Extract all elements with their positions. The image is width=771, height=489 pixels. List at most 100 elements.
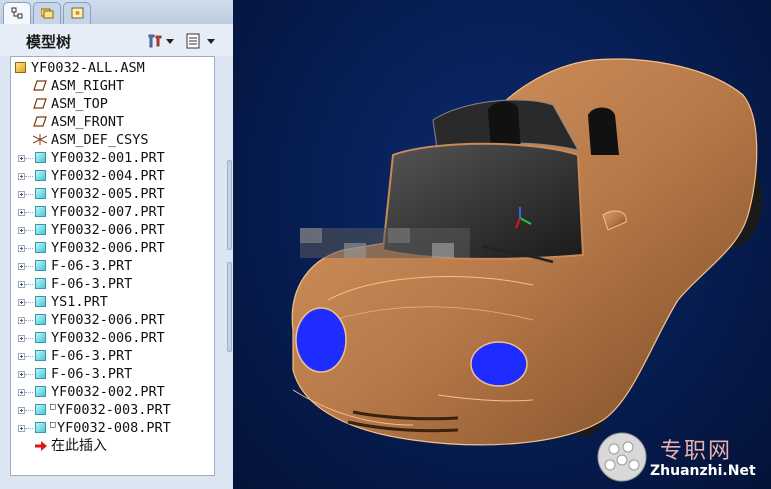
tree-item[interactable]: YF0032-001.PRT (11, 149, 214, 167)
datum-plane-icon (33, 80, 47, 91)
tree-item[interactable]: YS1.PRT (11, 293, 214, 311)
tree-show-icon (186, 33, 200, 49)
favorites-tab-icon (71, 7, 84, 19)
blurred-redaction (300, 228, 470, 258)
show-button[interactable] (183, 29, 217, 53)
tree-item-label: YF0032-003.PRT (57, 402, 171, 418)
tree-item-label: YS1.PRT (51, 294, 108, 310)
coordinate-system-icon (33, 134, 47, 145)
status-marker: □ (50, 402, 56, 412)
panel-splitter-handle[interactable] (227, 160, 232, 250)
tree-item-label: YF0032-006.PRT (51, 312, 165, 328)
model-tree-panel: 模型树 YF0032-ALL.ASM ASM_RIGHT ASM_TOP ASM… (0, 0, 233, 489)
expand-icon[interactable] (18, 389, 25, 396)
insert-here-arrow-icon (35, 441, 47, 451)
folder-browser-tab-icon (41, 8, 54, 19)
expand-icon[interactable] (18, 245, 25, 252)
expand-icon[interactable] (18, 281, 25, 288)
tree-item-label: ASM_FRONT (51, 114, 125, 130)
tree-item-label: ASM_TOP (51, 96, 108, 112)
tree-item-label: F-06-3.PRT (51, 366, 133, 382)
tree-item[interactable]: □ YF0032-003.PRT (11, 401, 214, 419)
tree-item[interactable]: YF0032-006.PRT (11, 329, 214, 347)
tree-item-label: ASM_DEF_CSYS (51, 132, 149, 148)
tree-item[interactable]: YF0032-005.PRT (11, 185, 214, 203)
expand-icon[interactable] (18, 299, 25, 306)
tree-item-label: F-06-3.PRT (51, 276, 133, 292)
part-icon (35, 386, 46, 397)
tree-item-label: YF0032-006.PRT (51, 330, 165, 346)
expand-icon[interactable] (18, 335, 25, 342)
watermark-cn: 专职网 (660, 439, 733, 464)
tree-item[interactable]: F-06-3.PRT (11, 257, 214, 275)
model-tree: YF0032-ALL.ASM ASM_RIGHT ASM_TOP ASM_FRO… (10, 56, 215, 476)
part-icon (35, 170, 46, 181)
expand-icon[interactable] (18, 407, 25, 414)
tree-item[interactable]: F-06-3.PRT (11, 275, 214, 293)
tree-item[interactable]: YF0032-006.PRT (11, 311, 214, 329)
tree-item[interactable]: ASM_TOP (11, 95, 214, 113)
expand-icon[interactable] (18, 353, 25, 360)
model-tree-title: 模型树 (26, 33, 72, 51)
status-marker: □ (50, 420, 56, 430)
datum-plane-icon (33, 116, 47, 127)
part-icon (35, 332, 46, 343)
part-icon (35, 188, 46, 199)
expand-icon[interactable] (18, 173, 25, 180)
part-icon (35, 404, 46, 415)
tree-item-label: YF0032-006.PRT (51, 240, 165, 256)
expand-icon[interactable] (18, 209, 25, 216)
tree-item[interactable]: YF0032-004.PRT (11, 167, 214, 185)
tree-item[interactable]: F-06-3.PRT (11, 365, 214, 383)
panel-splitter-handle-lower[interactable] (227, 262, 232, 352)
watermark-en: Zhuanzhi.Net (650, 463, 756, 479)
part-icon (35, 242, 46, 253)
expand-icon[interactable] (18, 227, 25, 234)
tree-item[interactable]: YF0032-006.PRT (11, 239, 214, 257)
tab-favorites[interactable] (63, 2, 91, 24)
expand-icon[interactable] (18, 317, 25, 324)
tree-item[interactable]: ASM_DEF_CSYS (11, 131, 214, 149)
part-icon (35, 314, 46, 325)
part-icon (35, 206, 46, 217)
tree-item-label: YF0032-008.PRT (57, 420, 171, 436)
tree-item[interactable]: F-06-3.PRT (11, 347, 214, 365)
tree-item-label: YF0032-004.PRT (51, 168, 165, 184)
tree-item-label: F-06-3.PRT (51, 348, 133, 364)
tree-item[interactable]: YF0032-002.PRT (11, 383, 214, 401)
tree-item-label: YF0032-001.PRT (51, 150, 165, 166)
settings-button[interactable] (144, 29, 176, 53)
part-icon (35, 296, 46, 307)
tab-folder-browser[interactable] (33, 2, 61, 24)
tree-item[interactable]: ASM_RIGHT (11, 77, 214, 95)
expand-icon[interactable] (18, 191, 25, 198)
tree-item-label: YF0032-005.PRT (51, 186, 165, 202)
tree-item-label: F-06-3.PRT (51, 258, 133, 274)
model-tree-tab-icon (11, 7, 23, 19)
expand-icon[interactable] (18, 263, 25, 270)
tree-item[interactable]: YF0032-006.PRT (11, 221, 214, 239)
model-tree-header: 模型树 (0, 24, 233, 56)
part-icon (35, 152, 46, 163)
expand-icon[interactable] (18, 371, 25, 378)
tree-item[interactable]: ASM_FRONT (11, 113, 214, 131)
tree-item-label: 在此插入 (51, 438, 107, 454)
watermark-ball-icon (597, 432, 647, 482)
settings-tools-icon (148, 34, 162, 48)
part-icon (35, 422, 46, 433)
assembly-icon (15, 62, 26, 73)
insert-here-item[interactable]: 在此插入 (11, 437, 214, 455)
tree-item-label: YF0032-ALL.ASM (31, 60, 145, 76)
tree-item-label: YF0032-006.PRT (51, 222, 165, 238)
tree-item[interactable]: □ YF0032-008.PRT (11, 419, 214, 437)
datum-plane-icon (33, 98, 47, 109)
expand-icon[interactable] (18, 155, 25, 162)
tab-model-tree[interactable] (3, 2, 31, 25)
part-icon (35, 224, 46, 235)
tree-root-item[interactable]: YF0032-ALL.ASM (11, 59, 214, 77)
tree-item-label: ASM_RIGHT (51, 78, 125, 94)
tree-item[interactable]: YF0032-007.PRT (11, 203, 214, 221)
expand-icon[interactable] (18, 425, 25, 432)
part-icon (35, 260, 46, 271)
part-icon (35, 350, 46, 361)
